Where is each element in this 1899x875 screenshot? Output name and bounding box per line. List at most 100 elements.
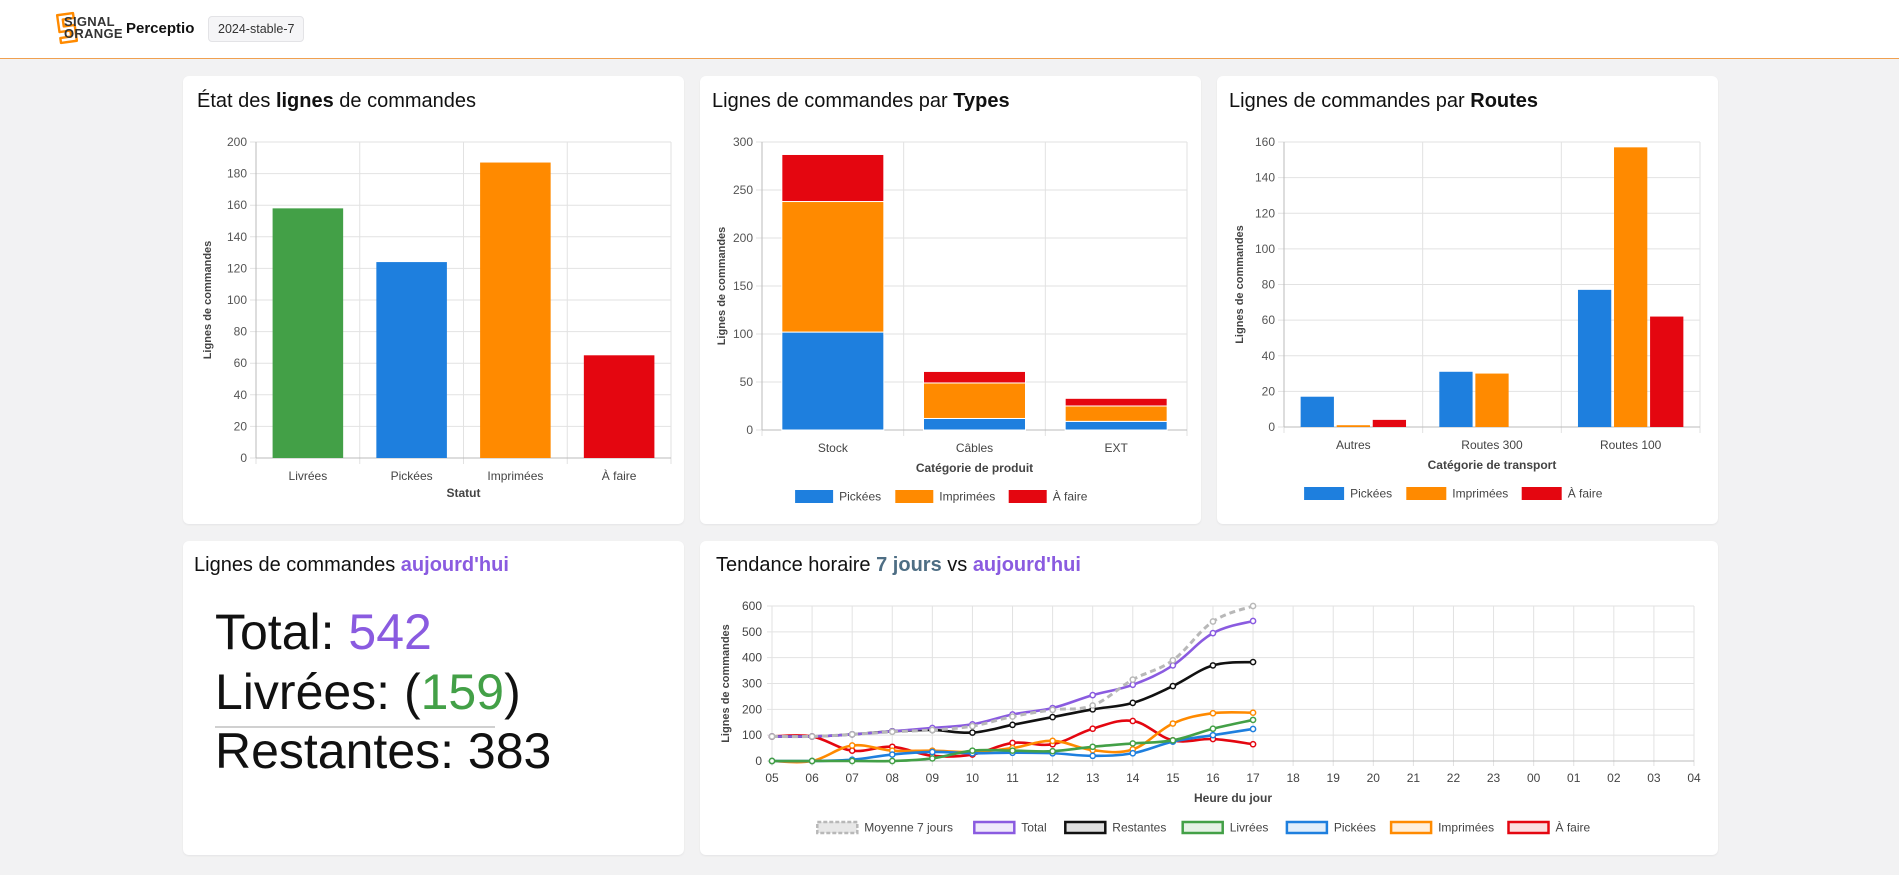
bar-segment — [781, 153, 885, 203]
data-point — [808, 757, 816, 765]
legend-swatch — [973, 820, 1016, 835]
x-tick-label: 09 — [926, 771, 940, 785]
y-tick-label: 0 — [240, 451, 247, 465]
y-tick-label: 20 — [234, 419, 248, 433]
legend-swatch — [895, 490, 934, 503]
legend-swatch — [1064, 820, 1107, 835]
y-tick-label: 80 — [234, 325, 248, 339]
y-tick-label: 250 — [733, 183, 753, 197]
x-tick-label: 21 — [1407, 771, 1421, 785]
data-point — [1209, 731, 1217, 739]
x-tick-label: 04 — [1687, 771, 1701, 785]
y-tick-label: 200 — [733, 231, 753, 245]
y-tick-label: 160 — [227, 198, 247, 212]
x-tick-label: 22 — [1447, 771, 1461, 785]
data-point — [1049, 706, 1056, 714]
logo-wordmark[interactable]: SIGNAL ORANGE — [64, 15, 123, 40]
x-tick-label: Autres — [1336, 438, 1371, 452]
y-tick-label: 50 — [740, 375, 754, 389]
bar — [480, 162, 551, 458]
app-name[interactable]: Perceptio — [126, 20, 194, 37]
y-tick-label: 300 — [733, 135, 753, 149]
legend-label: Restantes — [1112, 821, 1166, 835]
x-axis-title: Heure du jour — [1194, 791, 1272, 805]
data-point — [808, 733, 816, 740]
title-part: Lignes de commandes — [194, 554, 401, 576]
bar — [1577, 289, 1612, 427]
data-point — [1009, 713, 1016, 720]
data-point — [1169, 656, 1177, 664]
legend-swatch — [1304, 487, 1345, 500]
types-card: Lignes de commandes par Types 0 50 100 150 2… — [700, 76, 1201, 524]
y-tick-label: 80 — [1262, 278, 1276, 292]
data-point — [1209, 629, 1217, 637]
data-point — [928, 726, 936, 734]
data-point — [1129, 699, 1137, 707]
delivered-label: Livrées: ( — [215, 664, 421, 720]
x-tick-label: 14 — [1126, 771, 1140, 785]
x-tick-label: 12 — [1046, 771, 1060, 785]
x-tick-label: 19 — [1327, 771, 1341, 785]
data-point — [1049, 737, 1056, 745]
data-point — [888, 757, 896, 765]
data-point — [1129, 740, 1137, 747]
x-tick-label: 13 — [1086, 771, 1100, 785]
legend-swatch — [1389, 820, 1433, 835]
legend-swatch — [795, 490, 834, 503]
bar-segment — [781, 331, 885, 431]
x-tick-label: Routes 100 — [1600, 438, 1662, 452]
bar — [376, 262, 447, 458]
legend-swatch — [816, 820, 859, 835]
data-point — [1249, 602, 1257, 610]
types-stacked-bar-chart: 0 50 100 150 200 250 300 Stock Câbles EXT Catégori… — [716, 135, 1188, 504]
legend-swatch — [1008, 490, 1047, 503]
x-tick-label: EXT — [1104, 441, 1128, 455]
y-tick-label: 100 — [742, 728, 762, 742]
x-tick-label: 06 — [805, 771, 819, 785]
y-tick-label: 160 — [1255, 135, 1275, 149]
data-point — [1089, 691, 1097, 699]
legend-label: À faire — [1556, 820, 1591, 835]
legend-label: Total — [1021, 821, 1046, 835]
data-point — [1249, 725, 1257, 733]
legend-label: Pickées — [839, 490, 881, 504]
x-tick-label: 16 — [1206, 771, 1220, 785]
data-point — [1049, 747, 1056, 755]
remaining-kpi: Restantes: 383 — [215, 722, 551, 780]
legend-label: Moyenne 7 jours — [864, 821, 953, 835]
bar-segment — [923, 370, 1026, 384]
x-tick-label: 18 — [1286, 771, 1300, 785]
data-point — [969, 747, 976, 755]
y-tick-label: 180 — [227, 167, 247, 181]
x-tick-label: 11 — [1006, 771, 1019, 785]
remaining-label: Restantes: — [215, 723, 468, 779]
trend-card: Tendance horaire 7 jours vs aujourd'hui … — [700, 541, 1718, 855]
legend-swatch — [1406, 487, 1447, 500]
x-tick-label: 23 — [1487, 771, 1501, 785]
total-kpi: Total: 542 — [215, 603, 432, 661]
legend-swatch — [1181, 820, 1224, 835]
x-tick-label: À faire — [602, 468, 637, 483]
y-tick-label: 60 — [234, 356, 248, 370]
legend-swatch — [1521, 487, 1562, 500]
data-point — [1129, 749, 1137, 757]
y-axis-title: Lignes de commandes — [720, 624, 732, 743]
x-tick-label: 02 — [1607, 771, 1621, 785]
data-point — [969, 722, 976, 730]
legend-label: Imprimées — [1452, 487, 1508, 501]
routes-card: Lignes de commandes par Routes 0 20 40 60 80… — [1217, 76, 1718, 524]
bar-segment — [1064, 397, 1168, 407]
data-point — [1009, 747, 1016, 755]
data-point — [1249, 716, 1257, 724]
data-point — [1249, 658, 1257, 666]
remaining-value: 383 — [467, 723, 552, 779]
x-tick-label: 01 — [1567, 771, 1581, 785]
bar — [583, 355, 655, 458]
x-axis-title: Catégorie de produit — [916, 461, 1033, 475]
data-point — [1129, 676, 1137, 683]
legend-label: Pickées — [1334, 821, 1376, 835]
data-point — [969, 729, 976, 736]
y-tick-label: 40 — [234, 388, 248, 402]
status-card: État des lignes de commandes 0 20 40 60 80 10… — [183, 76, 684, 524]
y-tick-label: 200 — [227, 135, 247, 149]
